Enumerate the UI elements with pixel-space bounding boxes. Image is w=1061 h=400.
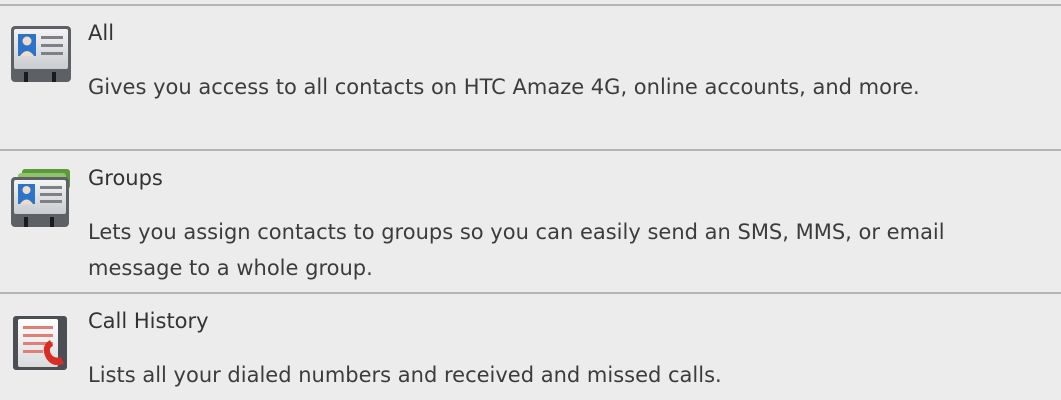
contact-card-icon (10, 24, 72, 86)
tab-title: Call History (88, 309, 209, 333)
tab-description: Gives you access to all contacts on HTC … (88, 75, 920, 99)
tab-title: Groups (88, 166, 163, 190)
tab-description: Lists all your dialed numbers and receiv… (88, 363, 722, 387)
call-history-icon (10, 312, 72, 374)
tab-description: Lets you assign contacts to groups so yo… (88, 220, 945, 280)
tab-entry-all: All Gives you access to all contacts on … (0, 6, 1061, 149)
tab-entry-call-history: Call History Lists all your dialed numbe… (0, 294, 1061, 400)
group-cards-icon (10, 169, 72, 231)
contacts-tabs-reference: All Gives you access to all contacts on … (0, 0, 1061, 400)
tab-title: All (88, 21, 115, 45)
tab-entry-groups: Groups Lets you assign contacts to group… (0, 151, 1061, 292)
